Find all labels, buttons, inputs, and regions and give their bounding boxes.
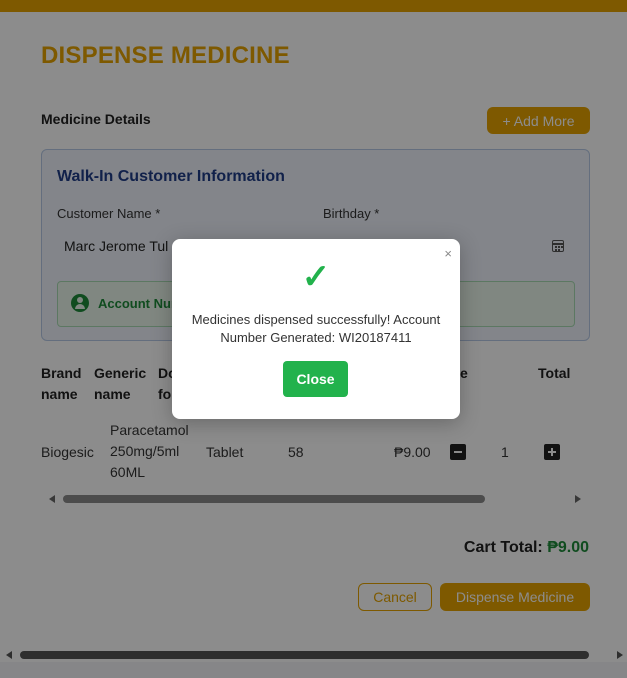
success-check-icon: ✓: [301, 258, 331, 296]
success-dialog: × ✓ Medicines dispensed successfully! Ac…: [172, 239, 460, 419]
success-message: Medicines dispensed successfully! Accoun…: [191, 312, 441, 345]
close-button[interactable]: Close: [283, 361, 348, 397]
